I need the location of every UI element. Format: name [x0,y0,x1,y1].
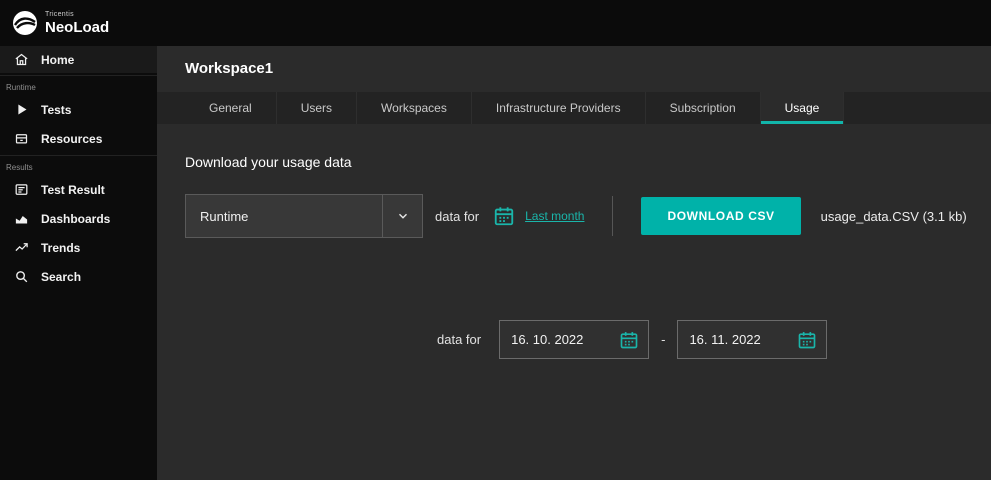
top-bar: Tricentis NeoLoad [0,0,991,46]
sidebar-item-resources[interactable]: Resources [0,124,157,153]
range-separator: - [661,332,665,347]
sidebar-item-test-result[interactable]: Test Result [0,175,157,204]
tab-general[interactable]: General [185,92,277,124]
home-icon [14,52,29,67]
brand-logo[interactable]: Tricentis NeoLoad [12,10,109,36]
vertical-divider [612,196,613,236]
usage-heading: Download your usage data [185,154,991,170]
test-result-icon [14,182,29,197]
dashboards-icon [14,211,29,226]
play-icon [14,102,29,117]
dataset-select-value: Runtime [186,209,382,224]
data-for-label: data for [435,209,479,224]
page-title: Workspace1 [157,46,991,77]
sidebar-item-label: Test Result [41,183,105,197]
data-for-label: data for [437,332,481,347]
end-date-field[interactable]: 16. 11. 2022 [677,320,827,359]
main-panel: Workspace1 General Users Workspaces Infr… [157,46,991,480]
usage-download-row: Runtime data for Last month DOWNLOAD CSV… [185,194,991,238]
tab-subscription[interactable]: Subscription [646,92,761,124]
tab-usage[interactable]: Usage [761,92,845,124]
start-date-value: 16. 10. 2022 [511,332,613,347]
sidebar-item-trends[interactable]: Trends [0,233,157,262]
start-date-field[interactable]: 16. 10. 2022 [499,320,649,359]
download-csv-button[interactable]: DOWNLOAD CSV [641,197,800,235]
search-icon [14,269,29,284]
chevron-down-icon [382,195,422,237]
tab-users[interactable]: Users [277,92,357,124]
sidebar-item-label: Home [41,53,74,67]
sidebar-item-home[interactable]: Home [0,46,157,73]
brand-product: NeoLoad [45,20,109,35]
sidebar-section-runtime: Runtime [0,75,157,95]
tab-workspaces[interactable]: Workspaces [357,92,472,124]
sidebar-item-label: Resources [41,132,102,146]
sidebar-item-dashboards[interactable]: Dashboards [0,204,157,233]
brand-company: Tricentis [45,11,109,18]
end-date-value: 16. 11. 2022 [689,332,791,347]
sidebar-section-results: Results [0,155,157,175]
trends-icon [14,240,29,255]
sidebar: Home Runtime Tests Resources Results Tes… [0,46,157,480]
sidebar-item-tests[interactable]: Tests [0,95,157,124]
sidebar-item-search[interactable]: Search [0,262,157,291]
file-info: usage_data.CSV (3.1 kb) [821,209,967,224]
sidebar-item-label: Search [41,270,81,284]
calendar-icon[interactable] [797,330,817,350]
calendar-icon[interactable] [619,330,639,350]
sidebar-item-label: Trends [41,241,80,255]
last-month-link[interactable]: Last month [525,209,584,223]
usage-range-row: data for 16. 10. 2022 - 16. 11. 2022 [437,320,991,359]
sidebar-item-label: Dashboards [41,212,110,226]
sidebar-item-label: Tests [41,103,71,117]
tricentis-logo-icon [12,10,38,36]
dataset-select[interactable]: Runtime [185,194,423,238]
tab-bar: General Users Workspaces Infrastructure … [157,92,991,124]
calendar-icon[interactable] [493,205,515,227]
tab-infrastructure-providers[interactable]: Infrastructure Providers [472,92,646,124]
resources-icon [14,131,29,146]
